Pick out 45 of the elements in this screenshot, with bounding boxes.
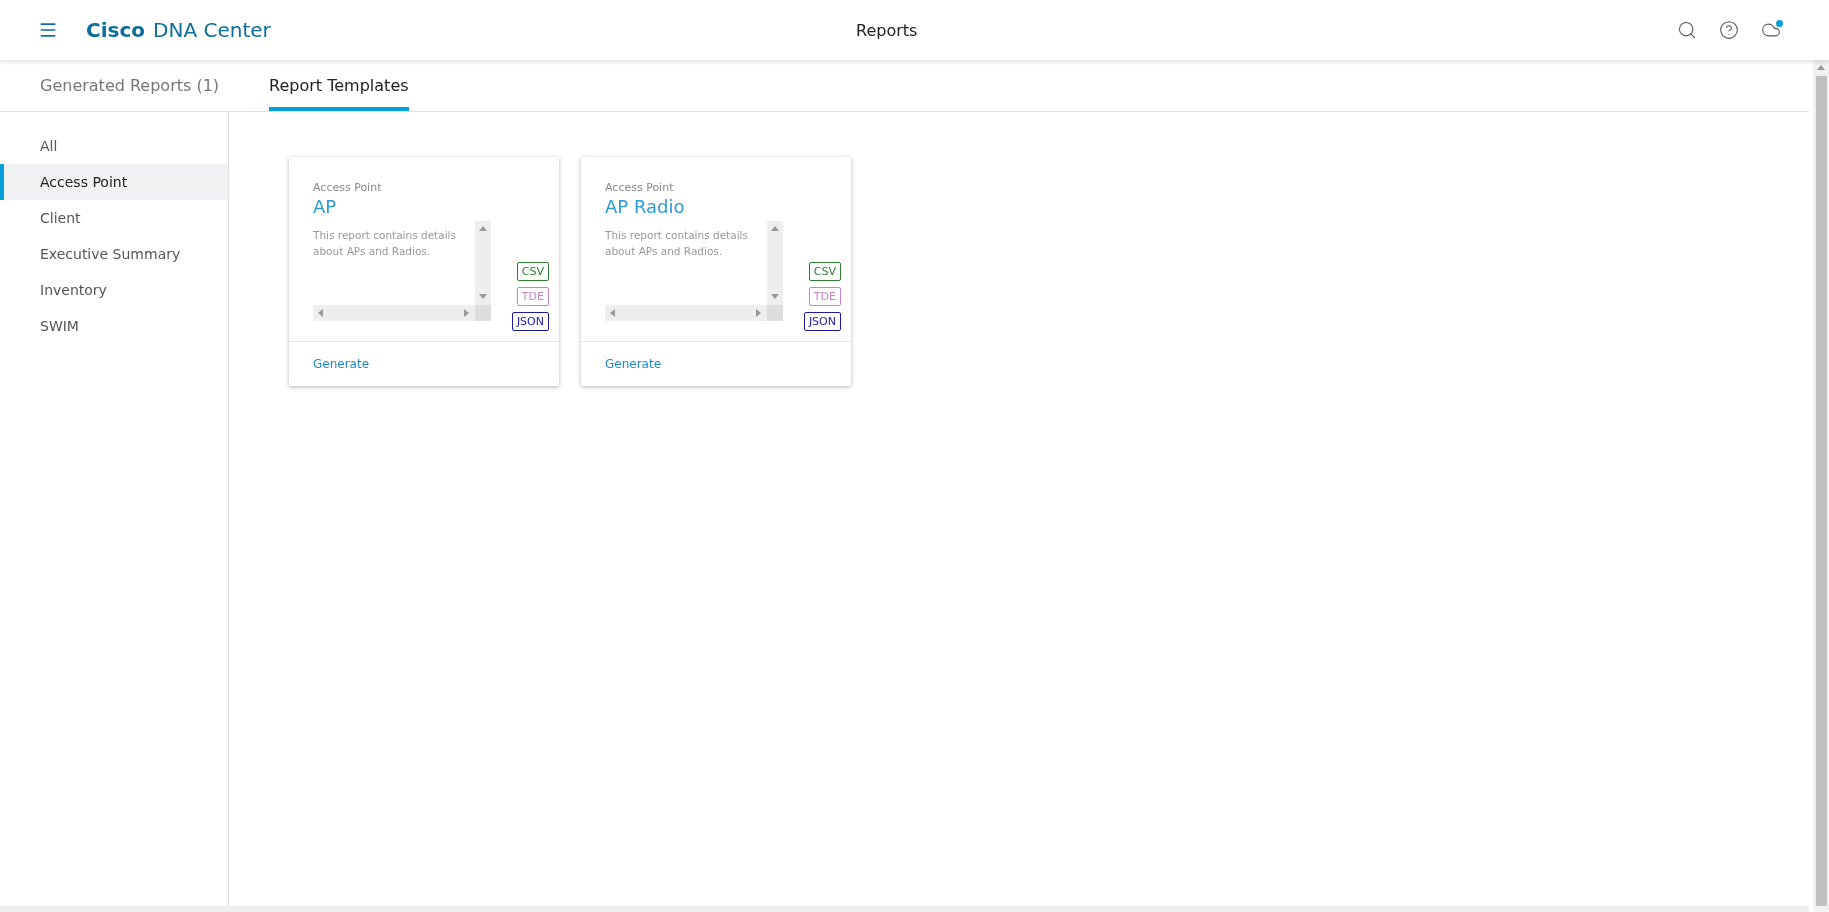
vertical-scrollbar[interactable] (475, 221, 491, 305)
product-name: DNA Center (153, 18, 271, 42)
scroll-down-icon[interactable] (771, 293, 779, 301)
scroll-up-icon[interactable] (771, 225, 779, 233)
scrollbar-corner (475, 305, 491, 321)
card-category: Access Point (313, 181, 383, 194)
scroll-right-icon[interactable] (463, 309, 471, 317)
page-scrollbar[interactable] (1813, 60, 1829, 912)
format-tag: CSV (808, 262, 841, 281)
sidebar-item[interactable]: Client (0, 200, 228, 236)
scroll-up-icon[interactable] (479, 225, 487, 233)
format-tag: JSON (511, 312, 549, 331)
tab[interactable]: Generated Reports (1) (40, 60, 220, 111)
sidebar-item[interactable]: Access Point (0, 164, 228, 200)
vertical-scrollbar[interactable] (767, 221, 783, 305)
card-category: Access Point (605, 181, 675, 194)
scroll-left-icon[interactable] (317, 309, 325, 317)
sidebar-item[interactable]: All (0, 128, 228, 164)
format-tag: TDE (516, 287, 549, 306)
format-tag: JSON (803, 312, 841, 331)
scroll-right-icon[interactable] (755, 309, 763, 317)
scroll-down-icon[interactable] (479, 293, 487, 301)
generate-link[interactable]: Generate (313, 357, 370, 371)
tab[interactable]: Report Templates (269, 60, 409, 111)
format-tag: TDE (808, 287, 841, 306)
sidebar-item[interactable]: SWIM (0, 308, 228, 344)
scroll-left-icon[interactable] (609, 309, 617, 317)
sidebar-item[interactable]: Inventory (0, 272, 228, 308)
format-tag: CSV (516, 262, 549, 281)
scroll-up-icon[interactable] (1817, 64, 1825, 72)
card-description: This report contains details about APs and Radios. (605, 228, 749, 259)
help-icon[interactable] (1719, 20, 1739, 40)
page-title: Reports (856, 20, 918, 40)
card-title: AP (313, 196, 338, 217)
sidebar-item[interactable]: Executive Summary (0, 236, 228, 272)
search-icon[interactable] (1677, 20, 1697, 40)
scrollbar-corner (767, 305, 783, 321)
generate-link[interactable]: Generate (605, 357, 662, 371)
scrollbar-thumb[interactable] (1815, 76, 1827, 906)
horizontal-scrollbar[interactable] (605, 305, 767, 321)
menu-icon[interactable] (38, 20, 58, 40)
card-description: This report contains details about APs and Radios. (313, 228, 457, 259)
horizontal-scrollbar[interactable] (313, 305, 475, 321)
card-title: AP Radio (605, 196, 686, 217)
brand-name: Cisco (86, 18, 146, 42)
